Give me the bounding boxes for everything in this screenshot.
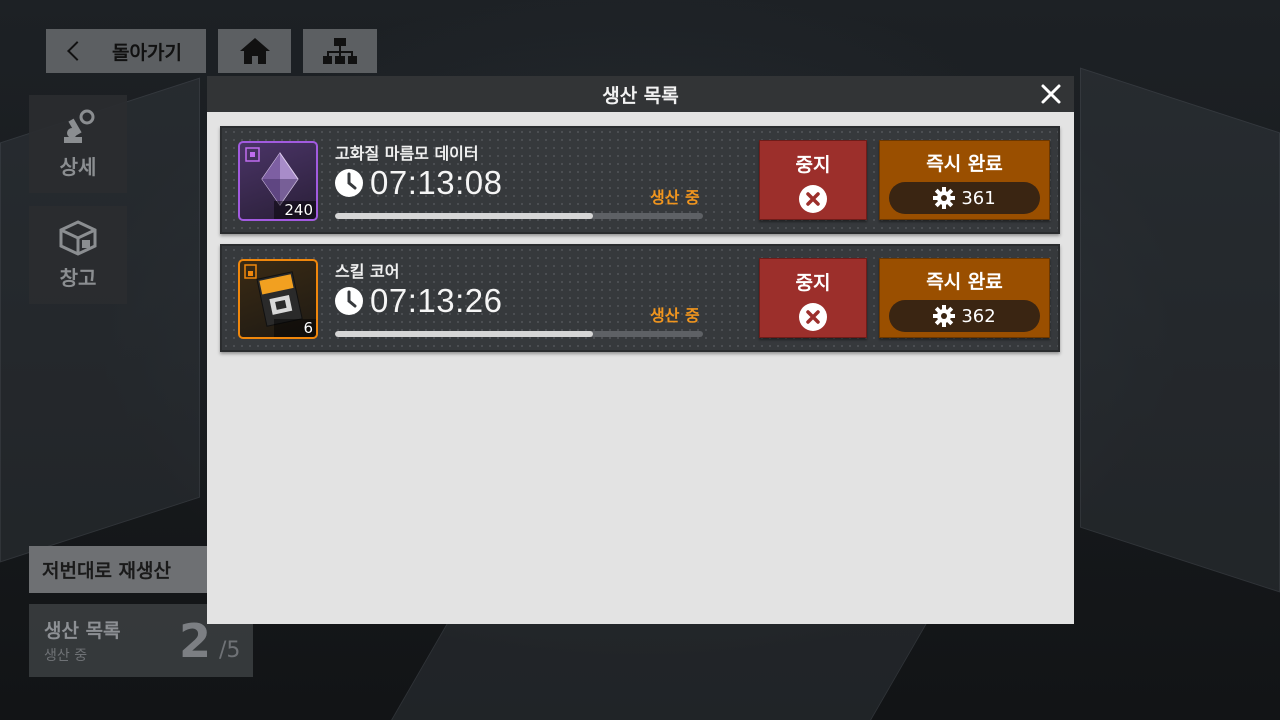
sidebar-item-storage[interactable]: 창고 [29,206,127,304]
production-item: 6 스킬 코어 07:13:26 생산 중 중지 즉시 완료 362 [220,244,1060,352]
stop-label: 중지 [795,154,831,176]
item-status: 생산 중 [650,306,700,325]
item-status: 생산 중 [650,188,700,207]
home-button[interactable] [218,29,291,73]
queue-subtitle: 생산 중 [44,648,88,664]
progress-fill [335,331,593,337]
cost-pill: 361 [889,182,1040,214]
item-timer: 07:13:26 [370,282,503,319]
item-thumbnail: 240 [238,141,318,221]
reproduce-label: 저번대로 재생산 [42,560,171,582]
stop-button[interactable]: 중지 [759,258,867,338]
progress-bar [335,213,703,219]
modal-title: 생산 목록 [602,84,679,107]
cost-value: 362 [961,305,996,327]
progress-fill [335,213,593,219]
production-list-modal: 생산 목록 240 고화질 마름모 데이터 07:13:08 생산 중 중지 즉… [207,76,1074,624]
item-thumbnail: 6 [238,259,318,339]
gear-icon [933,187,956,209]
instant-complete-button[interactable]: 즉시 완료 361 [879,140,1050,220]
sidebar-label-detail: 상세 [59,154,97,179]
item-name: 고화질 마름모 데이터 [335,144,479,163]
item-timer: 07:13:08 [370,164,503,201]
robot-arm-icon [64,109,95,143]
item-quantity: 6 [303,319,313,337]
clock-icon [335,287,363,315]
close-circle-icon [799,185,827,213]
box-icon [59,219,97,256]
sidebar-label-storage: 창고 [59,265,97,290]
queue-total: /5 [219,638,241,663]
hierarchy-button[interactable] [303,29,377,73]
sidebar-item-detail[interactable]: 상세 [29,95,127,193]
stop-button[interactable]: 중지 [759,140,867,220]
chevron-left-icon [67,41,87,61]
item-quantity: 240 [284,201,313,219]
back-button[interactable]: 돌아가기 [46,29,206,73]
cost-value: 361 [961,187,996,209]
queue-count: 2 [179,614,212,668]
close-circle-icon [799,303,827,331]
close-icon[interactable] [1038,81,1064,107]
gear-icon [933,305,956,327]
item-name: 스킬 코어 [335,262,400,281]
cost-pill: 362 [889,300,1040,332]
bg-building [1080,67,1280,593]
modal-header: 생산 목록 [207,76,1074,112]
clock-icon [335,169,363,197]
hierarchy-icon [323,38,357,64]
instant-complete-label: 즉시 완료 [926,271,1003,293]
reproduce-button[interactable]: 저번대로 재생산 [29,546,209,593]
back-label: 돌아가기 [112,41,182,64]
production-item: 240 고화질 마름모 데이터 07:13:08 생산 중 중지 즉시 완료 3… [220,126,1060,234]
instant-complete-label: 즉시 완료 [926,153,1003,175]
home-icon [239,38,270,64]
stop-label: 중지 [795,272,831,294]
progress-bar [335,331,703,337]
queue-title: 생산 목록 [44,620,121,642]
instant-complete-button[interactable]: 즉시 완료 362 [879,258,1050,338]
